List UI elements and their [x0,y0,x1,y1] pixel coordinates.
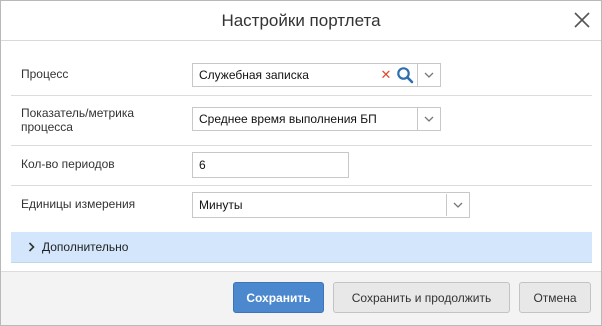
chevron-right-icon [28,242,38,252]
close-button[interactable] [571,9,593,31]
portlet-settings-dialog: Настройки портлета Процесс Служебная зап… [0,0,602,326]
units-label: Единицы измерения [21,197,136,211]
process-label: Процесс [21,67,69,81]
periods-label: Кол-во периодов [21,157,115,171]
dialog-header: Настройки портлета [1,1,601,41]
periods-input[interactable]: 6 [192,152,349,178]
process-combobox[interactable]: Служебная записка ✕ [192,63,441,87]
periods-row: Кол-во периодов 6 [11,146,592,186]
process-row: Процесс Служебная записка ✕ [11,56,592,96]
process-dropdown-toggle[interactable] [418,64,440,86]
additional-section-label: Дополнительно [42,240,129,254]
units-select[interactable]: Минуты [192,192,470,218]
save-button[interactable]: Сохранить [233,282,324,313]
units-dropdown-toggle[interactable] [447,194,469,216]
cancel-button[interactable]: Отмена [519,282,591,313]
search-icon [397,67,414,84]
metric-dropdown-toggle[interactable] [418,108,440,130]
periods-value: 6 [199,158,206,172]
metric-value: Среднее время выполнения БП [199,112,377,126]
process-value: Служебная записка [199,68,309,82]
search-button[interactable] [393,64,417,86]
units-value: Минуты [199,198,243,212]
chevron-down-icon [424,116,434,122]
chevron-down-icon [453,202,463,208]
metric-label: Показатель/метрика процесса [21,106,135,134]
units-row: Единицы измерения Минуты [11,186,592,234]
metric-row: Показатель/метрика процесса Среднее врем… [11,96,592,146]
additional-section-toggle[interactable]: Дополнительно [11,232,592,263]
dialog-footer: Сохранить Сохранить и продолжить Отмена [1,271,601,325]
metric-select[interactable]: Среднее время выполнения БП [192,107,441,131]
settings-form: Процесс Служебная записка ✕ Показатель/м… [11,56,592,263]
clear-icon[interactable]: ✕ [379,67,393,83]
close-icon [574,12,590,28]
chevron-down-icon [424,72,434,78]
save-and-continue-button[interactable]: Сохранить и продолжить [333,282,510,313]
dialog-title: Настройки портлета [221,10,381,30]
